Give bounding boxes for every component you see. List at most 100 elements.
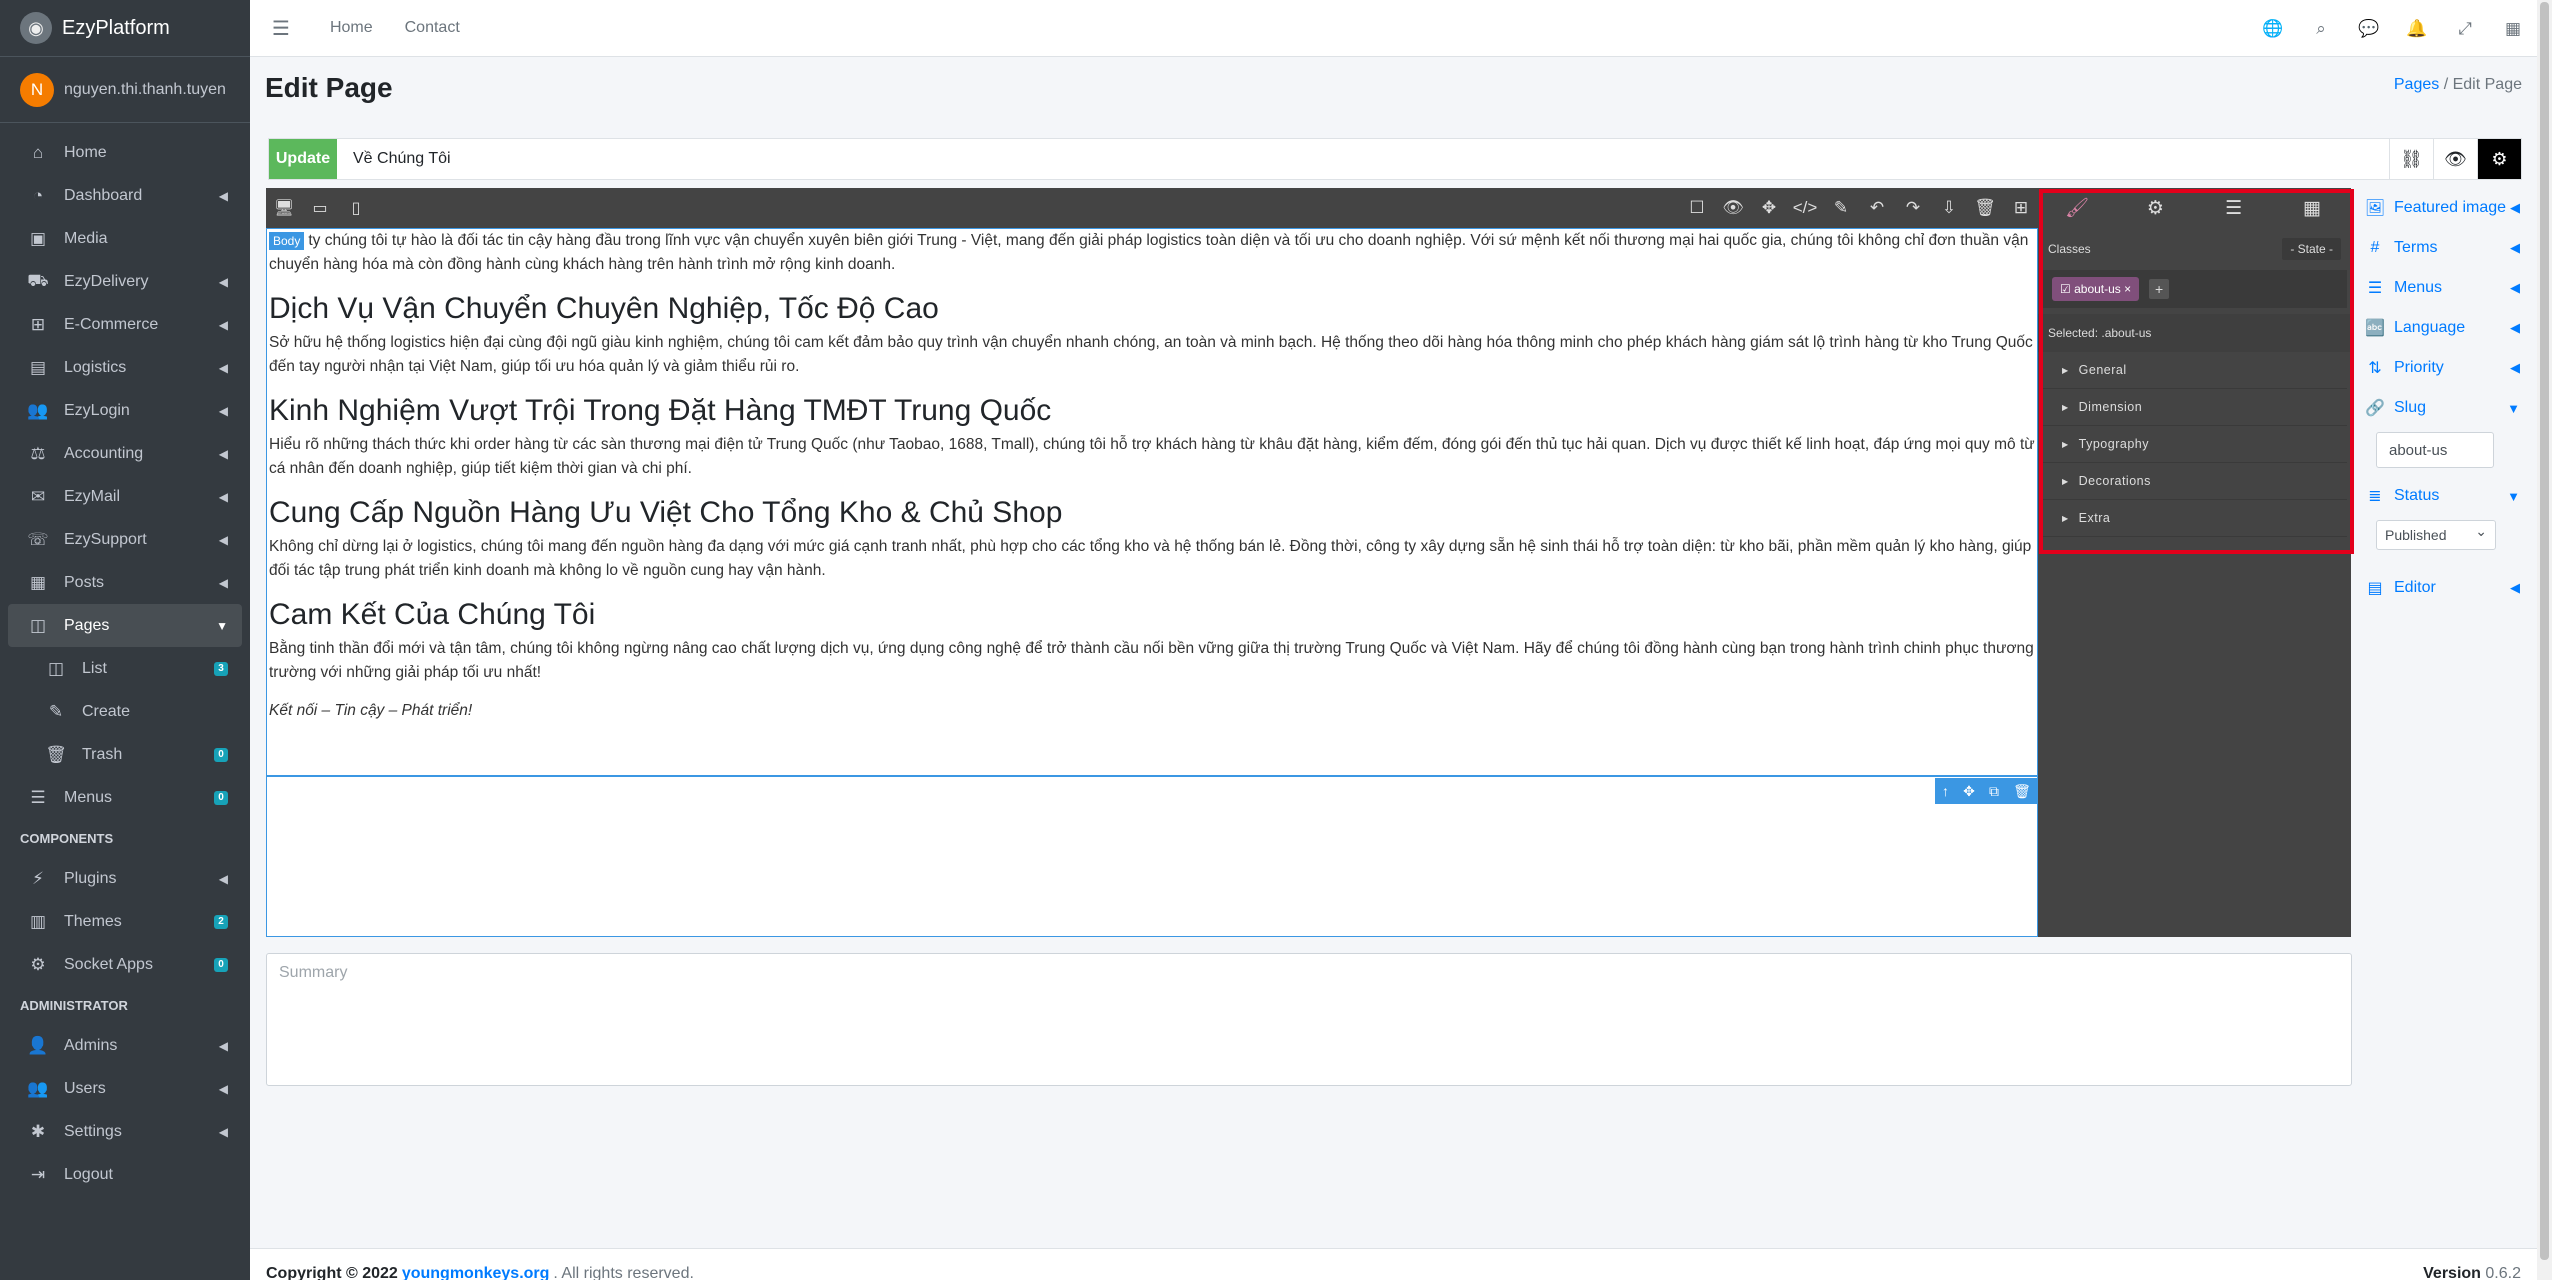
settings-gear-icon[interactable]: ⚙: [2477, 139, 2521, 179]
sidebar-item-ezymail[interactable]: ✉ EzyMail ◀: [0, 475, 250, 518]
edit-icon: ✎: [48, 701, 64, 721]
bell-icon[interactable]: 🔔: [2393, 19, 2441, 39]
sidebar-item-logout[interactable]: ⇥ Logout: [0, 1153, 250, 1196]
nav-home-link[interactable]: Home: [330, 19, 373, 37]
status-toggle[interactable]: ≣ Status ▼: [2360, 476, 2522, 516]
sidebar-item-home[interactable]: ⌂ Home: [0, 131, 250, 174]
sidebar-item-create[interactable]: ✎ Create: [0, 690, 250, 733]
globe-icon[interactable]: 🌐: [2249, 19, 2297, 39]
mobile-icon[interactable]: ▯: [338, 188, 374, 228]
sidebar-item-label: Accounting: [64, 444, 144, 462]
sidebar-item-plugins[interactable]: ⚡ Plugins ◀: [0, 857, 250, 900]
page-scrollbar[interactable]: [2537, 0, 2552, 1280]
sidebar-item-users[interactable]: 👥 Users ◀: [0, 1067, 250, 1110]
clone-icon[interactable]: ⧉: [1989, 783, 1999, 800]
heading-4[interactable]: Cam Kết Của Chúng Tôi: [269, 593, 2035, 637]
chevron-left-icon: ◀: [218, 188, 228, 203]
sidebar-item-media[interactable]: ▣ Media: [0, 217, 250, 260]
apps-grid-icon[interactable]: ▦: [2489, 19, 2537, 39]
select-parent-icon[interactable]: ↑: [1942, 783, 1949, 799]
heading-1[interactable]: Dịch Vụ Vận Chuyển Chuyên Nghiệp, Tốc Độ…: [269, 287, 2035, 331]
sidebar-item-settings[interactable]: ✱ Settings ◀: [0, 1110, 250, 1153]
featured-image-toggle[interactable]: 🖼 Featured image ◀: [2360, 188, 2522, 228]
code-icon[interactable]: </>: [1787, 188, 1823, 228]
meta-label: Priority: [2394, 359, 2444, 376]
sidebar-item-ezysupport[interactable]: ☏ EzySupport ◀: [0, 518, 250, 561]
unlink-icon[interactable]: ⛓: [2389, 139, 2433, 179]
slug-toggle[interactable]: 🔗 Slug ▼: [2360, 388, 2522, 428]
move-icon[interactable]: ✥: [1963, 783, 1975, 800]
accounting-icon: ⚖: [30, 443, 46, 463]
sidebar-item-posts[interactable]: ▦ Posts ◀: [0, 561, 250, 604]
user-name[interactable]: nguyen.thi.thanh.tuyen: [64, 81, 226, 99]
scrollbar-thumb[interactable]: [2540, 2, 2549, 1260]
title-bar-actions: ⛓ 👁 ⚙: [2389, 139, 2521, 179]
fullscreen-icon[interactable]: ✥: [1751, 188, 1787, 228]
paragraph-4[interactable]: Bằng tinh thần đổi mới và tận tâm, chúng…: [269, 637, 2035, 685]
language-toggle[interactable]: 🔤 Language ◀: [2360, 308, 2522, 348]
blocks-grid-icon[interactable]: ⊞: [2003, 188, 2039, 228]
outline-icon[interactable]: ☐: [1679, 188, 1715, 228]
sidebar-item-menus[interactable]: ☰ Menus 0: [0, 776, 250, 819]
nav-contact-link[interactable]: Contact: [405, 19, 460, 37]
sidebar-item-list[interactable]: ◫ List 3: [0, 647, 250, 690]
slug-input[interactable]: about-us: [2376, 432, 2494, 468]
sidebar-nav: ⌂ Home ◔ Dashboard ◀ ▣ Media ⛟ EzyDelivery ◀ ⊞…: [0, 123, 250, 1196]
sidebar-item-dashboard[interactable]: ◔ Dashboard ◀: [0, 174, 250, 217]
sidebar-item-label: Admins: [64, 1036, 118, 1054]
list-icon: ◫: [47, 658, 65, 678]
page-title-bar: Update Về Chúng Tôi ⛓ 👁 ⚙: [268, 138, 2522, 180]
tagline[interactable]: Kết nối – Tin cậy – Phát triển!: [269, 699, 2035, 723]
heading-3[interactable]: Cung Cấp Nguồn Hàng Ưu Việt Cho Tổng Kho…: [269, 491, 2035, 535]
status-select[interactable]: Published: [2376, 520, 2496, 550]
edit-icon[interactable]: ✎: [1823, 188, 1859, 228]
page-title-input[interactable]: Về Chúng Tôi: [353, 150, 451, 168]
meta-label: Slug: [2394, 399, 2427, 416]
import-icon[interactable]: ⇩: [1931, 188, 1967, 228]
tablet-icon[interactable]: ▭: [302, 188, 338, 228]
layers-icon: ≣: [2368, 488, 2382, 505]
sidebar-item-ecommerce[interactable]: ⊞ E-Commerce ◀: [0, 303, 250, 346]
heading-2[interactable]: Kinh Nghiệm Vượt Trội Trong Đặt Hàng TMĐ…: [269, 389, 2035, 433]
sidebar-item-logistics[interactable]: ▤ Logistics ◀: [0, 346, 250, 389]
messages-icon[interactable]: 💬: [2345, 19, 2393, 39]
sidebar-item-pages[interactable]: ◫ Pages ▼: [8, 604, 242, 647]
editor-toggle[interactable]: ▤ Editor ◀: [2360, 568, 2522, 608]
sidebar-item-themes[interactable]: ▥ Themes 2: [0, 900, 250, 943]
paragraph-3[interactable]: Không chỉ dừng lại ở logistics, chúng tô…: [269, 535, 2035, 583]
terms-toggle[interactable]: # Terms ◀: [2360, 228, 2522, 268]
preview-icon[interactable]: 👁: [1715, 188, 1751, 228]
preview-eye-icon[interactable]: 👁: [2433, 139, 2477, 179]
sidebar-item-trash[interactable]: 🗑 Trash 0: [0, 733, 250, 776]
hamburger-icon[interactable]: ☰: [272, 16, 290, 41]
youngmonkeys-link[interactable]: youngmonkeys.org: [402, 1265, 550, 1280]
search-icon[interactable]: ⌕: [2297, 19, 2345, 39]
brand[interactable]: ◉ EzyPlatform: [0, 0, 250, 57]
sidebar-item-accounting[interactable]: ⚖ Accounting ◀: [0, 432, 250, 475]
fullscreen-icon[interactable]: ⤢: [2441, 19, 2489, 39]
intro-paragraph[interactable]: Body ty chúng tôi tự hào là đối tác tin c…: [269, 229, 2035, 277]
count-badge: 0: [214, 957, 228, 972]
clear-trash-icon[interactable]: 🗑: [1967, 188, 2003, 228]
summary-textarea[interactable]: Summary: [266, 953, 2352, 1086]
paragraph-2[interactable]: Hiểu rõ những thách thức khi order hàng …: [269, 433, 2035, 481]
update-button[interactable]: Update: [269, 139, 337, 179]
sidebar-item-admins[interactable]: 👤 Admins ◀: [0, 1024, 250, 1067]
desktop-icon[interactable]: 🖥: [266, 188, 302, 228]
sidebar-item-socket-apps[interactable]: ⚙ Socket Apps 0: [0, 943, 250, 986]
breadcrumb-pages-link[interactable]: Pages: [2394, 76, 2439, 93]
editor-canvas[interactable]: Body ty chúng tôi tự hào là đối tác tin c…: [266, 228, 2038, 937]
sidebar-item-ezylogin[interactable]: 👥 EzyLogin ◀: [0, 389, 250, 432]
undo-icon[interactable]: ↶: [1859, 188, 1895, 228]
sidebar-item-label: List: [82, 659, 107, 677]
redo-icon[interactable]: ↷: [1895, 188, 1931, 228]
sidebar-item-ezydelivery[interactable]: ⛟ EzyDelivery ◀: [0, 260, 250, 303]
paragraph-1[interactable]: Sở hữu hệ thống logistics hiện đại cùng …: [269, 331, 2035, 379]
logout-icon: ⇥: [30, 1164, 46, 1184]
user-panel[interactable]: N nguyen.thi.thanh.tuyen: [0, 57, 250, 123]
delete-icon[interactable]: 🗑: [2013, 783, 2031, 800]
breadcrumb-separator: /: [2443, 76, 2449, 93]
priority-toggle[interactable]: ⇅ Priority ◀: [2360, 348, 2522, 388]
sidebar-item-label: Create: [82, 702, 131, 720]
menus-toggle[interactable]: ☰ Menus ◀: [2360, 268, 2522, 308]
